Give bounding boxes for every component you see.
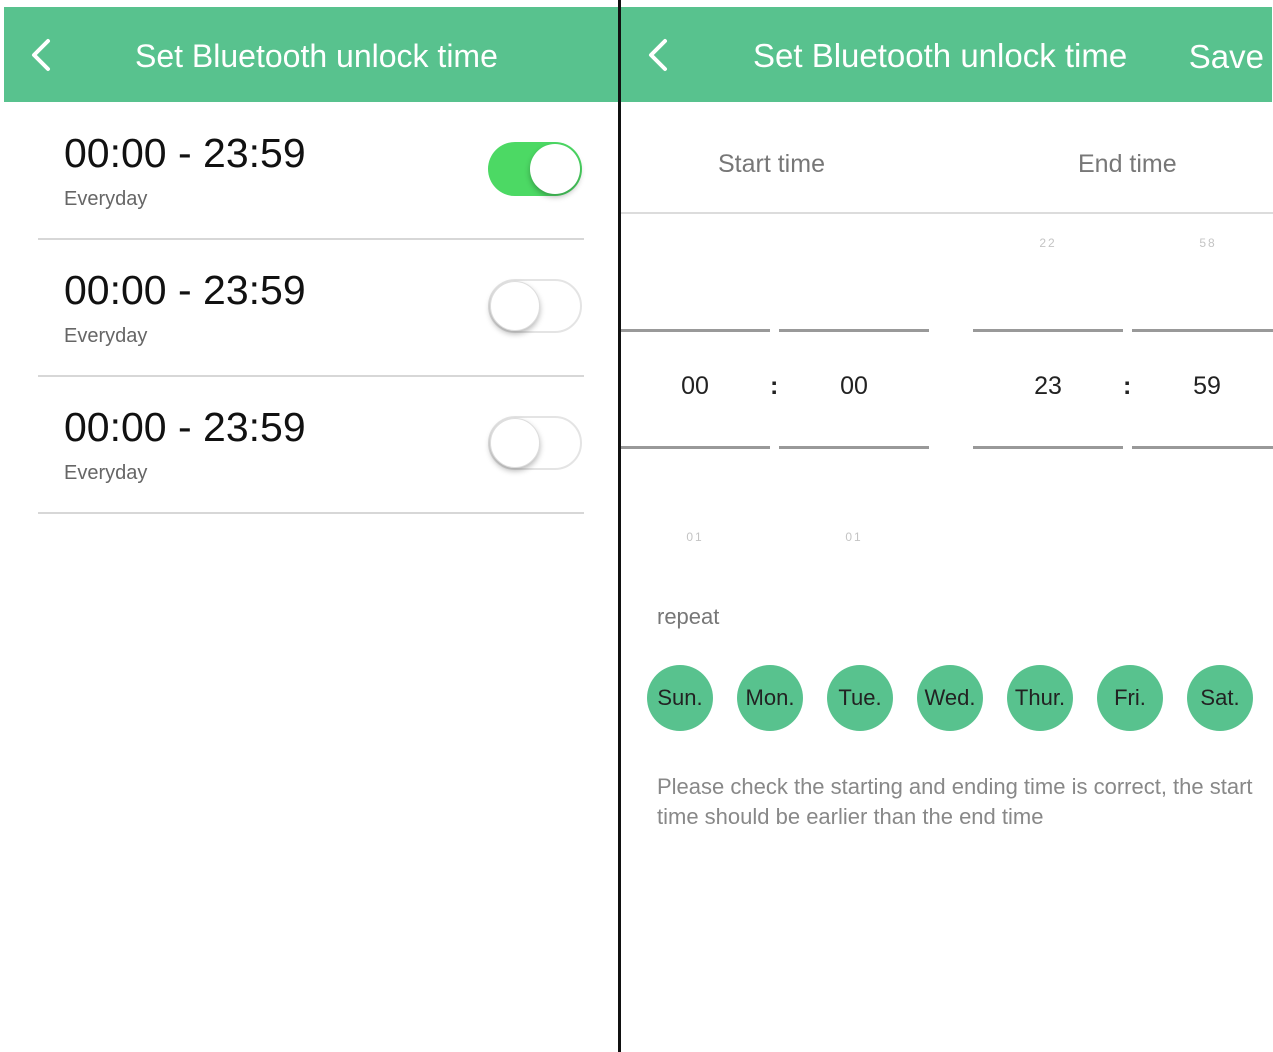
schedule-list-screen: Set Bluetooth unlock time 00:00 - 23:59 … <box>0 0 618 1052</box>
page-title: Set Bluetooth unlock time <box>135 38 498 74</box>
time-validation-notice: Please check the starting and ending tim… <box>657 774 1253 829</box>
schedule-time-range: 00:00 - 23:59 <box>64 267 306 313</box>
schedule-repeat: Everyday <box>64 188 148 210</box>
app-bar: Set Bluetooth unlock time <box>4 7 618 102</box>
picker-line <box>1132 329 1273 332</box>
schedule-toggle[interactable] <box>488 279 582 333</box>
day-button-tue[interactable]: Tue. <box>827 665 893 731</box>
schedule-repeat: Everyday <box>64 462 148 484</box>
schedule-row[interactable]: 00:00 - 23:59 Everyday <box>38 376 584 514</box>
end-minute-wheel[interactable]: 59 <box>1167 372 1247 401</box>
schedule-row[interactable]: 00:00 - 23:59 Everyday <box>38 102 584 240</box>
schedule-time-range: 00:00 - 23:59 <box>64 404 306 450</box>
repeat-label: repeat <box>657 604 720 629</box>
picker-line <box>779 329 929 332</box>
schedule-toggle[interactable] <box>488 416 582 470</box>
end-hour-wheel[interactable]: 23 <box>1008 372 1088 401</box>
start-hour-next: 01 <box>686 530 704 544</box>
end-minute-prev: 58 <box>1199 236 1217 250</box>
start-hour-wheel[interactable]: 00 <box>655 372 735 401</box>
app-bar: Set Bluetooth unlock time Save <box>621 7 1272 102</box>
end-separator: : <box>1123 372 1132 400</box>
back-button[interactable] <box>26 35 62 75</box>
chevron-left-icon <box>649 39 667 71</box>
toggle-knob <box>530 144 580 194</box>
start-separator: : <box>770 372 779 400</box>
picker-line <box>621 329 770 332</box>
day-button-sun[interactable]: Sun. <box>647 665 713 731</box>
tab-divider <box>621 212 1273 214</box>
day-button-wed[interactable]: Wed. <box>917 665 983 731</box>
page-title: Set Bluetooth unlock time <box>753 37 1128 74</box>
toggle-knob <box>490 418 540 468</box>
day-button-thur[interactable]: Thur. <box>1007 665 1073 731</box>
schedule-repeat: Everyday <box>64 325 148 347</box>
save-button[interactable]: Save <box>1189 7 1264 102</box>
day-button-fri[interactable]: Fri. <box>1097 665 1163 731</box>
toggle-knob <box>490 281 540 331</box>
start-minute-next: 01 <box>845 530 863 544</box>
day-button-mon[interactable]: Mon. <box>737 665 803 731</box>
end-hour-prev: 22 <box>1039 236 1057 250</box>
schedule-toggle[interactable] <box>488 142 582 196</box>
tab-end-time[interactable]: End time <box>1078 150 1177 179</box>
schedule-edit-screen: Set Bluetooth unlock time Save Start tim… <box>621 0 1273 1052</box>
schedule-row[interactable]: 00:00 - 23:59 Everyday <box>38 239 584 377</box>
picker-line <box>973 329 1123 332</box>
picker-line <box>1132 446 1273 449</box>
start-minute-wheel[interactable]: 00 <box>814 372 894 401</box>
day-button-sat[interactable]: Sat. <box>1187 665 1253 731</box>
schedule-time-range: 00:00 - 23:59 <box>64 130 306 176</box>
picker-line <box>973 446 1123 449</box>
picker-line <box>621 446 770 449</box>
back-button[interactable] <box>641 35 677 75</box>
chevron-left-icon <box>32 39 50 71</box>
picker-line <box>779 446 929 449</box>
tab-start-time[interactable]: Start time <box>718 150 825 179</box>
